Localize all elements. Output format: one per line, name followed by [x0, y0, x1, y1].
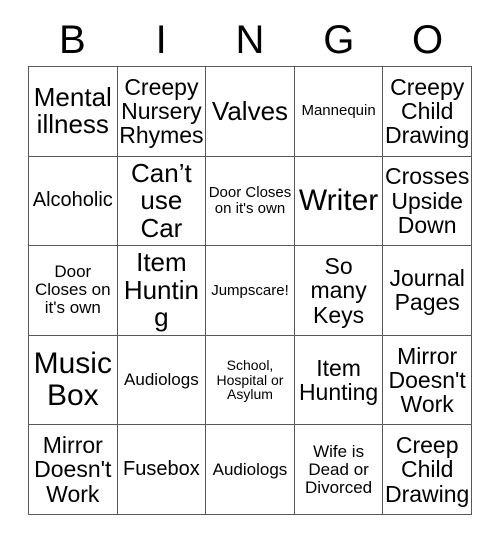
bingo-cell-label: Audiologs	[212, 459, 288, 479]
bingo-cell-label: Mannequin	[301, 102, 376, 120]
bingo-header-letter-b: B	[59, 18, 86, 62]
bingo-cell-n3[interactable]: Jumpscare!	[206, 246, 295, 336]
bingo-cell-b1[interactable]: Mental illness	[29, 67, 118, 157]
bingo-cell-o2[interactable]: Crosses Upside Down	[383, 156, 472, 247]
bingo-cell-b5[interactable]: Mirror Doesn't Work	[29, 425, 118, 515]
bingo-row: Mirror Doesn't Work Fusebox Audiologs Wi…	[29, 425, 472, 515]
bingo-cell-label: Item Hunting	[123, 247, 199, 333]
bingo-header-row: B I N G O	[28, 14, 472, 66]
bingo-cell-label: Mirror Doesn't Work	[388, 342, 466, 418]
bingo-grid: Mental illness Creepy Nursery Rhymes Val…	[28, 66, 472, 515]
bingo-cell-label: Door Closes on it's own	[34, 262, 111, 318]
bingo-cell-i3[interactable]: Item Hunting	[117, 246, 207, 336]
bingo-cell-o1[interactable]: Creepy Child Drawing	[383, 67, 472, 157]
bingo-header-letter-g: G	[323, 18, 355, 62]
bingo-cell-i5[interactable]: Fusebox	[117, 425, 207, 515]
bingo-cell-label: Valves	[211, 95, 289, 126]
bingo-cell-label: Item Hunting	[298, 354, 379, 406]
bingo-cell-n4[interactable]: School, Hospital or Asylum	[206, 335, 295, 426]
bingo-row: Mental illness Creepy Nursery Rhymes Val…	[29, 67, 472, 157]
bingo-cell-label: Mental illness	[33, 81, 112, 140]
bingo-cell-label: Door Closes on it's own	[208, 184, 292, 217]
bingo-cell-i1[interactable]: Creepy Nursery Rhymes	[117, 67, 207, 157]
bingo-header-letter-n: N	[235, 18, 265, 62]
bingo-cell-label: Wife is Dead or Divorced	[305, 441, 373, 497]
bingo-cell-o3[interactable]: Journal Pages	[383, 246, 472, 336]
bingo-cell-b4[interactable]: Music Box	[29, 335, 118, 426]
bingo-cell-g3[interactable]: So many Keys	[294, 246, 384, 336]
bingo-card: B I N G O Mental illness Creepy Nursery …	[0, 0, 500, 544]
bingo-cell-label: Jumpscare!	[211, 281, 289, 299]
bingo-cell-label: Alcoholic	[32, 189, 113, 212]
bingo-row: Door Closes on it's own Item Hunting Jum…	[29, 246, 472, 336]
bingo-cell-g5[interactable]: Wife is Dead or Divorced	[294, 425, 384, 515]
bingo-cell-o4[interactable]: Mirror Doesn't Work	[383, 335, 472, 426]
bingo-row: Music Box Audiologs School, Hospital or …	[29, 335, 472, 426]
bingo-cell-b3[interactable]: Door Closes on it's own	[29, 246, 118, 336]
bingo-cell-label: Can’t use Car	[131, 157, 192, 243]
bingo-cell-g4[interactable]: Item Hunting	[294, 335, 384, 426]
bingo-cell-label: Music Box	[33, 347, 112, 413]
bingo-cell-label: Fusebox	[123, 458, 200, 481]
bingo-cell-g2[interactable]: Writer	[294, 156, 384, 247]
bingo-cell-b2[interactable]: Alcoholic	[29, 156, 118, 247]
bingo-cell-i2[interactable]: Can’t use Car	[117, 156, 207, 247]
bingo-cell-n2[interactable]: Door Closes on it's own	[206, 156, 295, 247]
bingo-cell-o5[interactable]: Creep Child Drawing	[383, 425, 472, 515]
bingo-cell-label: Crosses Upside Down	[384, 163, 470, 239]
bingo-header-letter-i: I	[155, 18, 167, 62]
bingo-cell-label: Mirror Doesn't Work	[34, 432, 112, 507]
bingo-cell-i4[interactable]: Audiologs	[117, 335, 207, 426]
bingo-cell-label: Journal Pages	[389, 265, 465, 316]
bingo-row: Alcoholic Can’t use Car Door Closes on i…	[29, 156, 472, 247]
bingo-header-letter-o: O	[412, 18, 444, 62]
bingo-cell-label: Writer	[298, 183, 379, 217]
bingo-cell-label: Creep Child Drawing	[384, 432, 470, 507]
bingo-cell-label: So many Keys	[310, 252, 367, 328]
bingo-cell-label: School, Hospital or Asylum	[216, 356, 284, 403]
bingo-cell-label: Creepy Nursery Rhymes	[119, 73, 204, 149]
bingo-cell-g1[interactable]: Mannequin	[294, 67, 384, 157]
bingo-cell-label: Creepy Child Drawing	[384, 73, 470, 149]
bingo-cell-n5[interactable]: Audiologs	[206, 425, 295, 515]
bingo-cell-n1[interactable]: Valves	[206, 67, 295, 157]
bingo-cell-label: Audiologs	[124, 370, 199, 390]
